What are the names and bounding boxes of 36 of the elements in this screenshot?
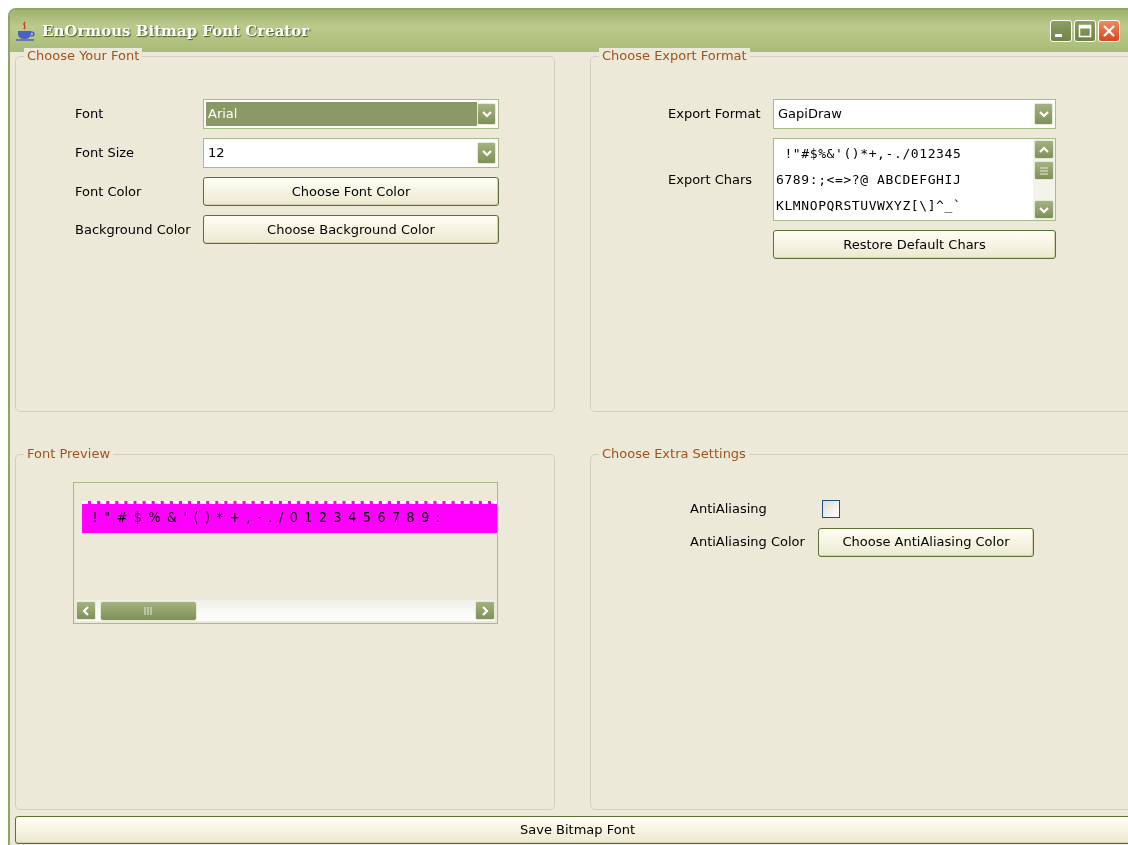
scroll-down-button[interactable]: [1034, 200, 1054, 219]
scrollbar-thumb[interactable]: [100, 600, 197, 621]
minimize-button[interactable]: [1050, 20, 1072, 42]
scroll-right-button[interactable]: [475, 601, 495, 620]
close-icon: [1102, 24, 1116, 38]
grip-icon: [143, 606, 154, 615]
font-color-button[interactable]: Choose Font Color: [203, 177, 499, 206]
panel-title: Choose Extra Settings: [599, 446, 749, 462]
window-title: EnOrmous Bitmap Font Creator: [42, 20, 310, 42]
grip-icon: [1039, 166, 1049, 175]
close-button[interactable]: [1098, 20, 1120, 42]
minimize-icon: [1055, 34, 1062, 37]
field-label: Export Format: [668, 105, 762, 124]
field-label: AntiAliasing: [690, 500, 768, 518]
panel-title: Choose Export Format: [599, 48, 750, 64]
export-format-dropdown[interactable]: GapiDraw: [773, 99, 1056, 129]
field-label: Background Color: [75, 220, 192, 239]
preview-text: !"#$%&'()*+,-./0123456789:: [82, 501, 497, 533]
field-label: Export Chars: [668, 170, 754, 189]
scroll-up-button[interactable]: [1034, 140, 1054, 159]
maximize-button[interactable]: [1074, 20, 1096, 42]
font-size-dropdown[interactable]: 12: [203, 138, 499, 168]
antialiasing-color-button[interactable]: Choose AntiAliasing Color: [818, 527, 1034, 557]
antialiasing-checkbox[interactable]: [822, 499, 840, 518]
cup-icon: [14, 20, 36, 42]
background-color-button[interactable]: Choose Background Color: [203, 215, 499, 244]
field-label: Font Color: [75, 182, 143, 201]
maximize-icon: [1078, 24, 1092, 38]
field-label: AntiAliasing Color: [690, 533, 806, 552]
restore-default-chars-button[interactable]: Restore Default Chars: [773, 230, 1056, 259]
save-bitmap-font-button[interactable]: Save Bitmap Font: [15, 816, 1128, 844]
scrollbar-thumb[interactable]: [1034, 161, 1054, 180]
export-chars-field[interactable]: !"#$%&'()*+,-./012345 6789:;<=>?@ ABCDEFGHIJ KLMNOPQRSTUVWXYZ[\]^_`: [773, 138, 1056, 221]
scroll-left-button[interactable]: [76, 601, 96, 620]
field-label: Font: [75, 105, 105, 124]
field-label: Font Size: [75, 144, 136, 163]
